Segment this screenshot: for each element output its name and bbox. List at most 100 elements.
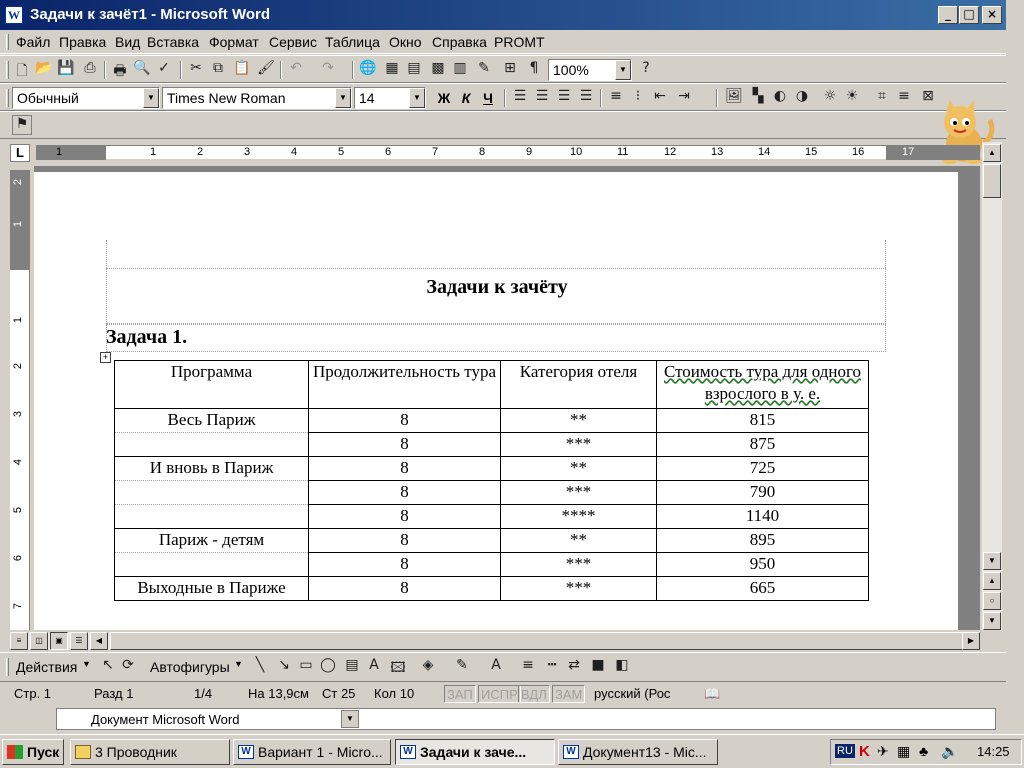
table-header-cell[interactable]: Программа — [114, 360, 309, 409]
taskbar-item-explorer[interactable]: 3 Проводник — [70, 739, 230, 765]
chevron-down-icon[interactable]: ▼ — [82, 659, 91, 669]
rectangle-icon[interactable]: ▭ — [296, 657, 316, 677]
table-cell-duration[interactable]: 8 — [308, 504, 501, 529]
status-overtype[interactable]: ЗАМ — [552, 685, 586, 703]
next-page-icon[interactable]: ▼ — [983, 612, 1001, 630]
chevron-down-icon[interactable]: ▼ — [409, 88, 425, 108]
table-cell-program[interactable]: Выходные в Париже — [114, 576, 309, 601]
chevron-down-icon[interactable]: ▼ — [143, 88, 159, 108]
menu-insert[interactable]: Вставка — [147, 34, 199, 50]
table-cell-duration[interactable]: 8 — [308, 432, 501, 457]
table-cell-category[interactable]: *** — [500, 480, 657, 505]
copy-icon[interactable]: ⧉ — [208, 60, 228, 80]
normal-view-icon[interactable]: ≡ — [10, 632, 28, 650]
chevron-down-icon[interactable]: ▼ — [335, 88, 351, 108]
status-rec[interactable]: ЗАП — [444, 685, 476, 703]
vertical-ruler[interactable]: 2 1 1 2 3 4 5 6 7 — [10, 170, 30, 630]
font-select[interactable]: Times New Roman ▼ — [162, 87, 352, 109]
tray-app-icon[interactable]: ✈ — [877, 743, 889, 760]
textbox-icon[interactable]: ▤ — [342, 657, 362, 677]
format-painter-icon[interactable]: 🖌 — [256, 60, 276, 80]
table-cell-category[interactable]: *** — [500, 432, 657, 457]
scroll-left-icon[interactable]: ◀ — [90, 632, 108, 650]
language-indicator[interactable]: RU — [835, 744, 855, 758]
document-page[interactable]: Задачи к зачёту Задача 1. + Программа Пр… — [34, 172, 958, 630]
document-map-icon[interactable]: ⊞ — [500, 60, 520, 80]
table-cell-price[interactable]: 1140 — [656, 504, 869, 529]
increase-indent-icon[interactable]: ⇥ — [674, 88, 694, 108]
align-left-icon[interactable]: ☰ — [510, 88, 530, 108]
select-objects-icon[interactable]: ↖ — [98, 657, 118, 677]
columns-icon[interactable]: ▥ — [450, 60, 470, 80]
horizontal-scrollbar[interactable]: ≡ ◫ ▣ ☰ ◀ ▶ — [10, 632, 980, 650]
scroll-thumb[interactable] — [983, 164, 1001, 198]
table-cell-program[interactable] — [114, 432, 309, 457]
table-cell-program[interactable] — [114, 552, 309, 577]
hyperlink-icon[interactable]: 🌐 — [358, 60, 378, 80]
decrease-indent-icon[interactable]: ⇤ — [650, 88, 670, 108]
web-view-icon[interactable]: ◫ — [30, 632, 48, 650]
start-button[interactable]: Пуск — [2, 739, 64, 765]
arrow-style-icon[interactable]: ⇄ — [564, 657, 584, 677]
menu-file[interactable]: Файл — [16, 34, 50, 50]
wordart-icon[interactable]: A — [364, 657, 384, 677]
table-header-cell[interactable]: Категория отеля — [500, 360, 657, 409]
align-center-icon[interactable]: ☰ — [532, 88, 552, 108]
underline-button[interactable]: Ч — [478, 88, 498, 108]
table-cell-price[interactable]: 950 — [656, 552, 869, 577]
menu-help[interactable]: Справка — [432, 34, 487, 50]
bold-button[interactable]: Ж — [434, 88, 454, 108]
line-style-icon[interactable]: ≡ — [894, 88, 914, 108]
table-cell-price[interactable]: 790 — [656, 480, 869, 505]
prev-page-icon[interactable]: ▲ — [983, 572, 1001, 590]
taskbar-item-word2[interactable]: W Задачи к заче... — [395, 739, 555, 765]
table-cell-program[interactable]: И вновь в Париж — [114, 456, 309, 481]
table-cell-duration[interactable]: 8 — [308, 528, 501, 553]
open-icon[interactable]: 📂 — [34, 60, 54, 80]
more-brightness-icon[interactable]: ☼ — [820, 88, 840, 108]
network-icon[interactable]: ♣ — [919, 743, 928, 759]
document-title[interactable]: Задачи к зачёту — [108, 270, 886, 324]
table-cell-duration[interactable]: 8 — [308, 552, 501, 577]
minimize-button[interactable]: _ — [938, 6, 958, 24]
menu-window[interactable]: Окно — [389, 34, 422, 50]
show-hide-icon[interactable]: ¶ — [524, 60, 544, 80]
tables-borders-icon[interactable]: ▦ — [382, 60, 402, 80]
maximize-button[interactable]: □ — [959, 6, 979, 24]
table-cell-price[interactable]: 895 — [656, 528, 869, 553]
table-cell-price[interactable]: 665 — [656, 576, 869, 601]
image-color-icon[interactable]: ▚ — [748, 88, 768, 108]
volume-icon[interactable]: 🔈 — [941, 743, 958, 760]
oval-icon[interactable]: ◯ — [318, 657, 338, 677]
table-cell-duration[interactable]: 8 — [308, 408, 501, 433]
antivirus-icon[interactable]: K — [859, 743, 870, 760]
undo-icon[interactable]: ↶ — [286, 60, 306, 80]
table-cell-program[interactable]: Весь Париж — [114, 408, 309, 433]
task-label[interactable]: Задача 1. — [106, 326, 187, 349]
menu-promt[interactable]: PROMT — [494, 34, 545, 50]
table-cell-category[interactable]: ** — [500, 456, 657, 481]
status-language[interactable]: русский (Рос — [590, 685, 670, 703]
save-icon[interactable]: 💾 — [56, 60, 76, 80]
table-cell-category[interactable]: *** — [500, 576, 657, 601]
insert-excel-icon[interactable]: ▩ — [428, 60, 448, 80]
table-header-cell[interactable]: Стоимость тура для одного взрослого в у.… — [656, 360, 869, 409]
scroll-up-icon[interactable]: ▲ — [983, 144, 1001, 162]
status-track[interactable]: ИСПР — [478, 685, 521, 703]
print-layout-icon[interactable]: ▣ — [50, 632, 68, 650]
shadow-icon[interactable]: ■ — [588, 657, 608, 677]
spelling-icon[interactable]: ✓ — [154, 60, 174, 80]
line-style-icon[interactable]: ≡ — [518, 657, 538, 677]
taskbar-item-word3[interactable]: W Документ13 - Mic... — [558, 739, 718, 765]
3d-icon[interactable]: ◧ — [612, 657, 632, 677]
table-cell-category[interactable]: **** — [500, 504, 657, 529]
chevron-down-icon[interactable]: ▼ — [615, 60, 631, 80]
table-header-cell[interactable]: Продолжительность тура — [308, 360, 501, 409]
new-document-icon[interactable]: 🗋 — [12, 60, 32, 80]
align-right-icon[interactable]: ☰ — [554, 88, 574, 108]
help-icon[interactable]: ? — [636, 60, 656, 80]
table-cell-price[interactable]: 875 — [656, 432, 869, 457]
table-cell-program[interactable] — [114, 480, 309, 505]
fill-color-icon[interactable]: ◈ — [418, 657, 438, 677]
menu-format[interactable]: Формат — [209, 34, 259, 50]
